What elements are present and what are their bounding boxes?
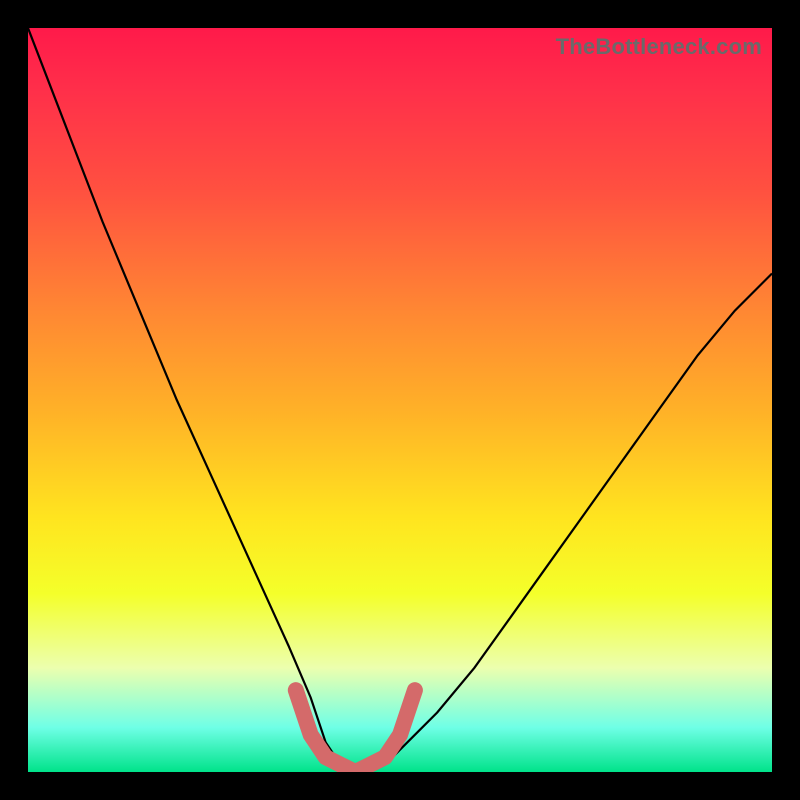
bottleneck-curve (28, 28, 772, 772)
chart-frame: TheBottleneck.com (0, 0, 800, 800)
valley-marker (296, 690, 415, 772)
chart-svg (28, 28, 772, 772)
plot-area: TheBottleneck.com (28, 28, 772, 772)
